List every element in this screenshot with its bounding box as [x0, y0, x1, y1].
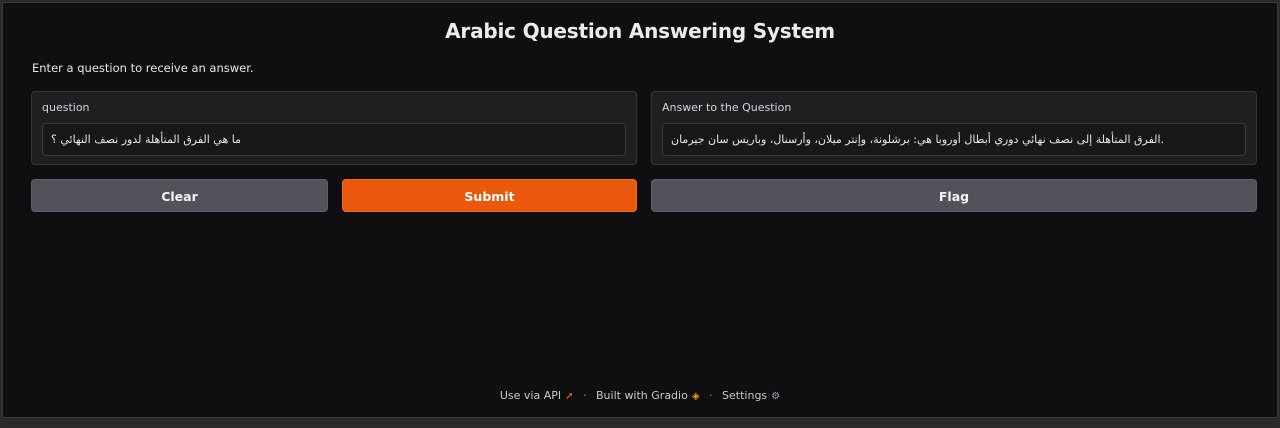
footer: Use via API ➚ · Built with Gradio ◈ · Sett… — [3, 389, 1277, 402]
answer-output[interactable]: الفرق المتأهلة إلى نصف نهائي دوري أبطال … — [662, 123, 1246, 156]
footer-separator: · — [709, 389, 713, 402]
built-with-gradio-link[interactable]: Built with Gradio ◈ — [596, 389, 700, 402]
use-via-api-link[interactable]: Use via API ➚ — [500, 389, 574, 402]
question-input[interactable]: ما هي الفرق المتأهلة لدور نصف النهائي ؟ — [42, 123, 626, 156]
rocket-icon: ➚ — [565, 391, 574, 402]
gradio-logo-icon: ◈ — [691, 391, 700, 402]
question-panel: question ما هي الفرق المتأهلة لدور نصف ا… — [31, 91, 637, 165]
answer-label: Answer to the Question — [662, 101, 792, 114]
built-with-gradio-label: Built with Gradio — [596, 389, 688, 402]
footer-separator: · — [583, 389, 587, 402]
settings-label: Settings — [722, 389, 768, 402]
flag-button[interactable]: Flag — [651, 179, 1257, 212]
page-description: Enter a question to receive an answer. — [32, 61, 254, 75]
app-container: Arabic Question Answering System Enter a… — [2, 2, 1278, 418]
clear-button[interactable]: Clear — [31, 179, 328, 212]
submit-button[interactable]: Submit — [342, 179, 637, 212]
answer-panel: Answer to the Question الفرق المتأهلة إل… — [651, 91, 1257, 165]
question-label: question — [42, 101, 90, 114]
settings-link[interactable]: Settings ⚙ — [722, 389, 780, 402]
gear-icon: ⚙ — [771, 391, 781, 402]
page-title: Arabic Question Answering System — [445, 19, 835, 43]
use-via-api-label: Use via API — [499, 389, 562, 402]
